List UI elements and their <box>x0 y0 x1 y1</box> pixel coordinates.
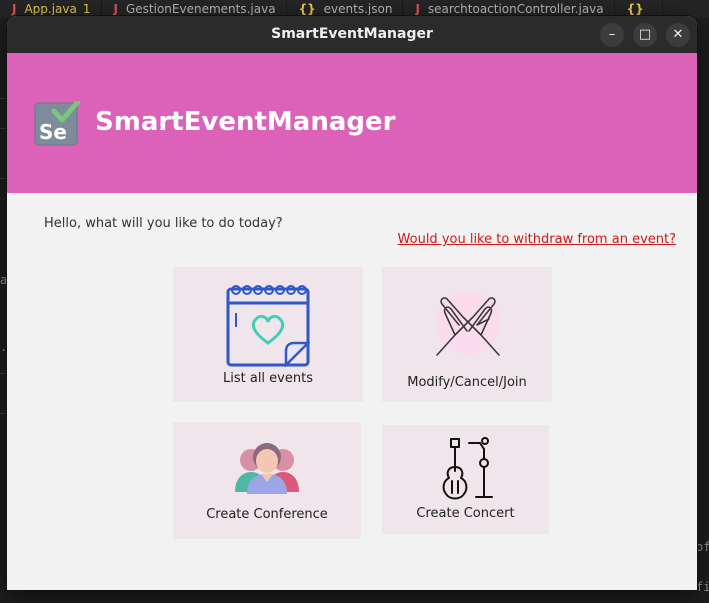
create-conference-label: Create Conference <box>206 507 328 522</box>
minimize-button[interactable]: – <box>600 23 624 47</box>
java-file-icon: J <box>12 2 17 16</box>
create-conference-button[interactable]: Create Conference <box>173 422 361 539</box>
modify-cancel-join-button[interactable]: Modify/Cancel/Join <box>382 267 552 402</box>
window-title: SmartEventManager <box>271 26 433 42</box>
create-concert-label: Create Concert <box>416 506 515 521</box>
close-button[interactable]: ✕ <box>666 23 690 47</box>
window-titlebar[interactable]: SmartEventManager – □ ✕ <box>7 16 697 53</box>
java-file-icon: J <box>113 2 118 16</box>
editor-tab-label: App.java <box>24 2 77 16</box>
guitar-microphone-icon <box>442 437 493 500</box>
code-fragment: fi <box>696 580 709 594</box>
problem-count-badge: 1 <box>82 2 91 16</box>
app-window: SmartEventManager – □ ✕ Se SmartEventMan… <box>7 16 697 590</box>
app-logo-icon: Se <box>34 101 80 146</box>
code-fragment: of <box>696 540 709 554</box>
people-group-icon <box>235 443 299 494</box>
app-header: Se SmartEventManager <box>7 53 697 193</box>
editor-tab-label: searchtoactionController.java <box>427 2 604 16</box>
create-concert-button[interactable]: Create Concert <box>382 425 549 534</box>
maximize-button[interactable]: □ <box>633 23 657 47</box>
editor-tab-label: events.json <box>323 2 393 16</box>
editor-tab-label: GestionEvenements.java <box>125 2 276 16</box>
calendar-heart-icon <box>226 285 310 367</box>
crossed-hands-icon <box>436 291 500 356</box>
app-title: SmartEventManager <box>95 107 396 137</box>
json-file-icon: {} <box>298 2 316 16</box>
greeting-text: Hello, what will you like to do today? <box>44 216 283 231</box>
withdraw-link[interactable]: Would you like to withdraw from an event… <box>398 232 676 247</box>
json-file-icon: {} <box>626 2 644 16</box>
java-file-icon: J <box>415 2 420 16</box>
list-events-label: List all events <box>223 371 313 386</box>
logo-text: Se <box>39 120 67 144</box>
list-events-button[interactable]: List all events <box>173 267 363 402</box>
modify-cancel-join-label: Modify/Cancel/Join <box>407 375 527 390</box>
